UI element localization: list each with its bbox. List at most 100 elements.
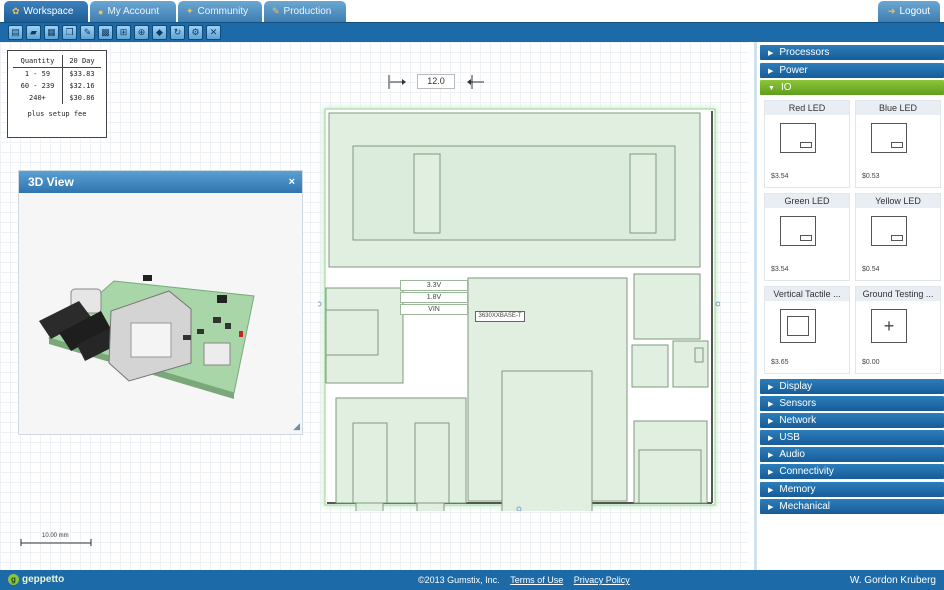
category-label: Audio [779, 449, 805, 460]
board-layout[interactable]: 3.3V 1.8V VIN 3630XXBASE-T [318, 103, 720, 511]
category-network[interactable]: ▶ Network [760, 413, 944, 428]
category-label: Memory [779, 484, 816, 495]
chevron-right-icon: ▶ [768, 50, 774, 57]
category-io[interactable]: ▼ IO [760, 80, 944, 95]
logo-text: geppetto [22, 574, 65, 585]
part-name: Blue LED [856, 101, 940, 115]
people-icon: ✦ [186, 6, 194, 16]
chevron-right-icon: ▶ [768, 68, 774, 75]
tab-production[interactable]: ✎ Production [264, 1, 346, 22]
chevron-right-icon: ▶ [768, 435, 774, 442]
category-usb[interactable]: ▶ USB [760, 430, 944, 445]
scale-bar: 10.00 mm [20, 533, 92, 547]
chevron-right-icon: ▶ [768, 418, 774, 425]
toolbar: ▤ ▰ ▦ ❐ ✎ ▩ ⊞ ⊕ ◆ ↻ ⚙ ✕ [0, 22, 944, 42]
user-name[interactable]: W. Gordon Kruberg [850, 575, 936, 586]
chevron-right-icon: ▶ [768, 452, 774, 459]
category-label: Sensors [779, 398, 817, 409]
chevron-right-icon: ▶ [768, 384, 774, 391]
voltage-label-1v8: 1.8V [400, 292, 468, 303]
category-mechanical[interactable]: ▶ Mechanical [760, 499, 944, 514]
3d-view-title: 3D View [28, 175, 74, 189]
grid-icon[interactable]: ▩ [98, 25, 113, 40]
snap-icon[interactable]: ⊞ [116, 25, 131, 40]
logout-button[interactable]: ➜ Logout [878, 1, 940, 22]
part-price: $0.53 [862, 173, 880, 180]
board-drawing [318, 107, 720, 511]
save-icon[interactable]: ▦ [44, 25, 59, 40]
category-audio[interactable]: ▶ Audio [760, 447, 944, 462]
led-icon [780, 216, 816, 246]
category-memory[interactable]: ▶ Memory [760, 482, 944, 497]
part-red-led[interactable]: Red LED $3.54 [764, 100, 850, 188]
part-green-led[interactable]: Green LED $3.54 [764, 193, 850, 281]
copyright: ©2013 Gumstix, Inc. [418, 575, 500, 585]
geppetto-logo[interactable]: g geppetto [8, 574, 64, 585]
category-label: Processors [779, 47, 830, 58]
copy-icon[interactable]: ❐ [62, 25, 77, 40]
part-name: Ground Testing ... [856, 287, 940, 301]
category-label: Mechanical [779, 501, 830, 512]
resize-handle-icon[interactable]: ◢ [293, 421, 300, 432]
logout-label: Logout [899, 6, 931, 17]
terms-link[interactable]: Terms of Use [510, 575, 563, 585]
tab-my-account[interactable]: ● My Account [90, 1, 176, 22]
category-label: Display [779, 381, 813, 392]
price-cell: $33.83 [69, 70, 95, 78]
zoom-icon[interactable]: ⊕ [134, 25, 149, 40]
pencil-icon[interactable]: ✎ [80, 25, 95, 40]
add-part-icon[interactable]: ◆ [152, 25, 167, 40]
parts-sidebar: ▶ Processors ▶ Power ▼ IO Red LED $3.54 Blu… [754, 42, 944, 570]
3d-view-header[interactable]: 3D View × [19, 171, 302, 193]
crosshair-icon: + [871, 309, 907, 343]
category-sensors[interactable]: ▶ Sensors [760, 396, 944, 411]
chevron-down-icon: ▼ [768, 85, 775, 92]
tactile-switch-icon [780, 309, 816, 343]
part-price: $3.54 [771, 173, 789, 180]
3d-board-render [39, 275, 255, 399]
footer: g geppetto ©2013 Gumstix, Inc. Terms of U… [0, 570, 944, 590]
category-label: Power [779, 65, 808, 76]
tab-workspace[interactable]: ✿ Workspace [4, 1, 88, 22]
part-tooltip: 3630XXBASE-T [475, 311, 525, 322]
tab-label: Workspace [23, 6, 74, 17]
category-display[interactable]: ▶ Display [760, 379, 944, 394]
scale-label: 10.00 mm [42, 533, 69, 539]
category-label: Network [779, 415, 817, 426]
chevron-right-icon: ▶ [768, 469, 774, 476]
category-connectivity[interactable]: ▶ Connectivity [760, 464, 944, 479]
chevron-right-icon: ▶ [768, 487, 774, 494]
part-name: Vertical Tactile ... [765, 287, 849, 301]
part-ground-testing[interactable]: Ground Testing ... + $0.00 [855, 286, 941, 374]
3d-view-panel[interactable]: 3D View × ◢ [18, 170, 303, 435]
category-label: Connectivity [779, 466, 834, 477]
new-icon[interactable]: ▤ [8, 25, 23, 40]
rotate-icon[interactable]: ↻ [170, 25, 185, 40]
part-name: Green LED [765, 194, 849, 208]
tab-bar: ✿ Workspace ● My Account ✦ Community ✎ Produ… [0, 0, 944, 22]
category-power[interactable]: ▶ Power [760, 63, 944, 78]
dimension-value[interactable]: 12.0 [417, 74, 455, 89]
part-yellow-led[interactable]: Yellow LED $0.54 [855, 193, 941, 281]
3d-render[interactable] [19, 193, 302, 434]
price-table: Quantity 20 Day 1 - 59 $33.83 60 - 239 $… [7, 50, 107, 138]
part-price: $0.00 [862, 359, 880, 366]
part-vertical-tactile[interactable]: Vertical Tactile ... $3.65 [764, 286, 850, 374]
footer-links: ©2013 Gumstix, Inc. Terms of Use Privacy… [418, 575, 630, 585]
open-icon[interactable]: ▰ [26, 25, 41, 40]
led-icon [871, 123, 907, 153]
tab-community[interactable]: ✦ Community [178, 1, 262, 22]
settings-icon[interactable]: ⚙ [188, 25, 203, 40]
tab-label: Production [283, 6, 332, 17]
part-name: Yellow LED [856, 194, 940, 208]
price-cell: $30.86 [69, 94, 95, 102]
quantity-header: Quantity [13, 55, 63, 68]
category-label: USB [779, 432, 800, 443]
price-header: 20 Day [62, 55, 101, 68]
close-icon[interactable]: × [289, 171, 295, 193]
part-blue-led[interactable]: Blue LED $0.53 [855, 100, 941, 188]
category-processors[interactable]: ▶ Processors [760, 45, 944, 60]
privacy-link[interactable]: Privacy Policy [574, 575, 630, 585]
tools-icon[interactable]: ✕ [206, 25, 221, 40]
logout-icon: ➜ [887, 6, 896, 16]
